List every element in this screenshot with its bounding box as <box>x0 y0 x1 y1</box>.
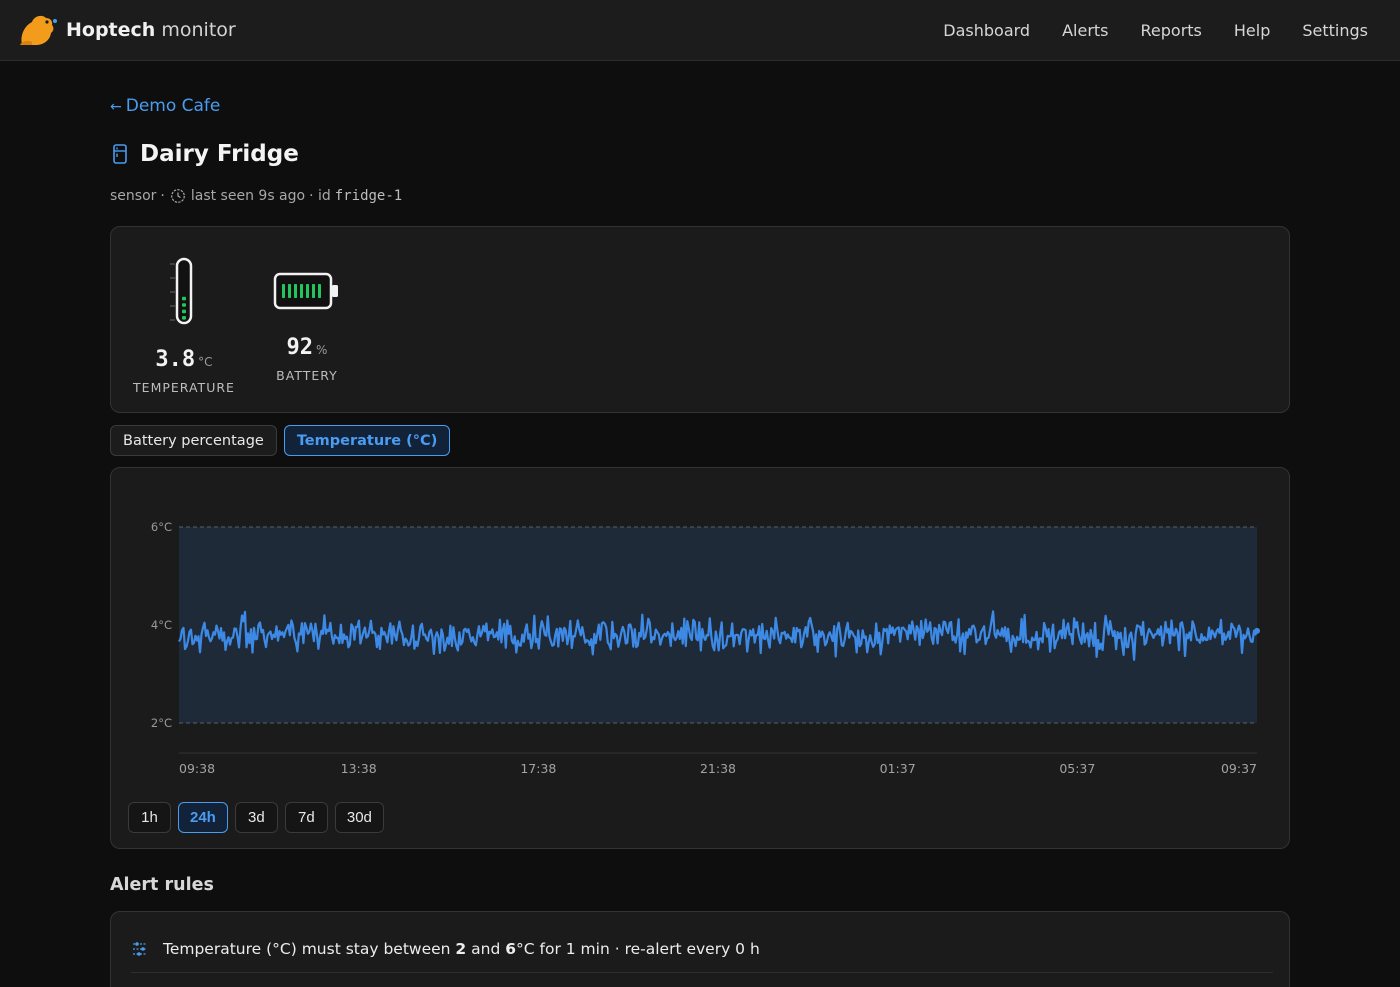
range-1h[interactable]: 1h <box>128 802 171 833</box>
rule-text-part: °C for 1 min · re-alert every 0 h <box>516 940 760 958</box>
rule-text: Temperature (°C) must stay between 2 and… <box>163 940 760 958</box>
tab-battery-percentage[interactable]: Battery percentage <box>110 425 277 456</box>
y-tick-label: 4°C <box>151 618 172 632</box>
thermometer-level-segment <box>182 303 186 307</box>
thermometer-level-segment <box>182 296 186 301</box>
chart-card: 6°C 4°C 2°C 09:38 13:38 17:38 21:38 01:37 05:37 0… <box>110 467 1290 849</box>
battery-level-bar <box>312 284 315 298</box>
x-tick-label: 17:38 <box>520 761 556 776</box>
rule-min: 2 <box>455 940 467 958</box>
range-24h[interactable]: 24h <box>178 802 228 833</box>
clock-icon <box>170 189 185 203</box>
status-card: 3.8 °C TEMPERATURE 92% BATTERY <box>110 226 1290 413</box>
temperature-label: TEMPERATURE <box>133 380 235 395</box>
battery-icon <box>273 272 338 310</box>
nav-reports[interactable]: Reports <box>1141 21 1202 40</box>
temperature-metric: 3.8 °C TEMPERATURE <box>129 227 239 395</box>
battery-unit: % <box>316 343 328 357</box>
battery-level-bar <box>306 284 309 298</box>
device-id-prefix: · id <box>309 188 331 204</box>
temperature-value: 3.8 <box>155 347 196 372</box>
last-seen: last seen 9s ago <box>190 188 306 204</box>
y-tick-label: 6°C <box>151 520 172 534</box>
chart-tabs: Battery percentage Temperature (°C) <box>110 425 457 456</box>
alert-rules-card: Temperature (°C) must stay between 2 and… <box>110 911 1290 987</box>
nav-help[interactable]: Help <box>1234 21 1270 40</box>
battery-level-bar <box>300 284 303 298</box>
sliders-icon <box>133 942 147 956</box>
rule-text-part: and <box>466 940 506 958</box>
range-30d[interactable]: 30d <box>334 802 384 833</box>
nav-dashboard[interactable]: Dashboard <box>943 21 1030 40</box>
meta-separator: · <box>160 188 165 204</box>
temperature-chart: 6°C 4°C 2°C 09:38 13:38 17:38 21:38 01:37 05:37 0… <box>151 520 1260 776</box>
page-header: Dairy Fridge <box>110 141 299 167</box>
temperature-unit: °C <box>198 355 213 369</box>
time-range-selector: 1h 24h 3d 7d 30d <box>128 802 391 833</box>
main-nav: Dashboard Alerts Reports Help Settings <box>911 0 1368 60</box>
battery-value: 92 <box>286 335 314 360</box>
brand-name-light: monitor <box>161 19 236 41</box>
battery-level-bar <box>282 284 285 298</box>
x-tick-label: 13:38 <box>341 761 377 776</box>
x-tick-label: 05:37 <box>1059 761 1095 776</box>
tab-temperature[interactable]: Temperature (°C) <box>283 425 451 456</box>
device-id: fridge-1 <box>334 188 403 204</box>
range-3d[interactable]: 3d <box>234 802 278 833</box>
device-type: sensor <box>110 188 157 204</box>
range-7d[interactable]: 7d <box>284 802 328 833</box>
thermometer-level-segment <box>182 316 186 320</box>
x-tick-label: 09:37 <box>1221 761 1257 776</box>
brand-name-bold: Hoptech <box>66 19 156 41</box>
battery-level-bar <box>294 284 297 298</box>
back-arrow-icon: ← <box>110 99 122 115</box>
nav-alerts[interactable]: Alerts <box>1062 21 1108 40</box>
alert-rule[interactable]: Temperature (°C) must stay between 2 and… <box>131 940 1273 973</box>
beaver-logo <box>20 15 57 45</box>
top-bar: Hoptech monitor Dashboard Alerts Reports… <box>0 0 1400 61</box>
back-link[interactable]: ← Demo Cafe <box>110 96 220 116</box>
page-title: Dairy Fridge <box>140 141 299 167</box>
battery-label: BATTERY <box>276 368 338 383</box>
rule-text-part: Temperature (°C) must stay between <box>163 940 456 958</box>
device-meta: sensor · last seen 9s ago · id fridge-1 <box>110 188 402 204</box>
battery-level-bar <box>318 284 321 298</box>
battery-metric: 92% BATTERY <box>271 227 343 383</box>
brand[interactable]: Hoptech monitor <box>18 12 236 48</box>
back-link-label: Demo Cafe <box>125 96 221 116</box>
brand-name: Hoptech monitor <box>66 19 236 41</box>
x-tick-label: 01:37 <box>880 761 916 776</box>
fridge-icon <box>113 144 127 164</box>
x-tick-label: 09:38 <box>179 761 215 776</box>
nav-settings[interactable]: Settings <box>1302 21 1368 40</box>
alert-rules-title: Alert rules <box>110 875 214 895</box>
y-tick-label: 2°C <box>151 716 172 730</box>
last-value-point[interactable] <box>1254 627 1260 634</box>
thermometer-icon <box>170 257 193 325</box>
x-tick-label: 21:38 <box>700 761 736 776</box>
thermometer-level-segment <box>182 309 186 314</box>
rule-max: 6 <box>505 940 517 958</box>
battery-level-bar <box>288 284 291 298</box>
